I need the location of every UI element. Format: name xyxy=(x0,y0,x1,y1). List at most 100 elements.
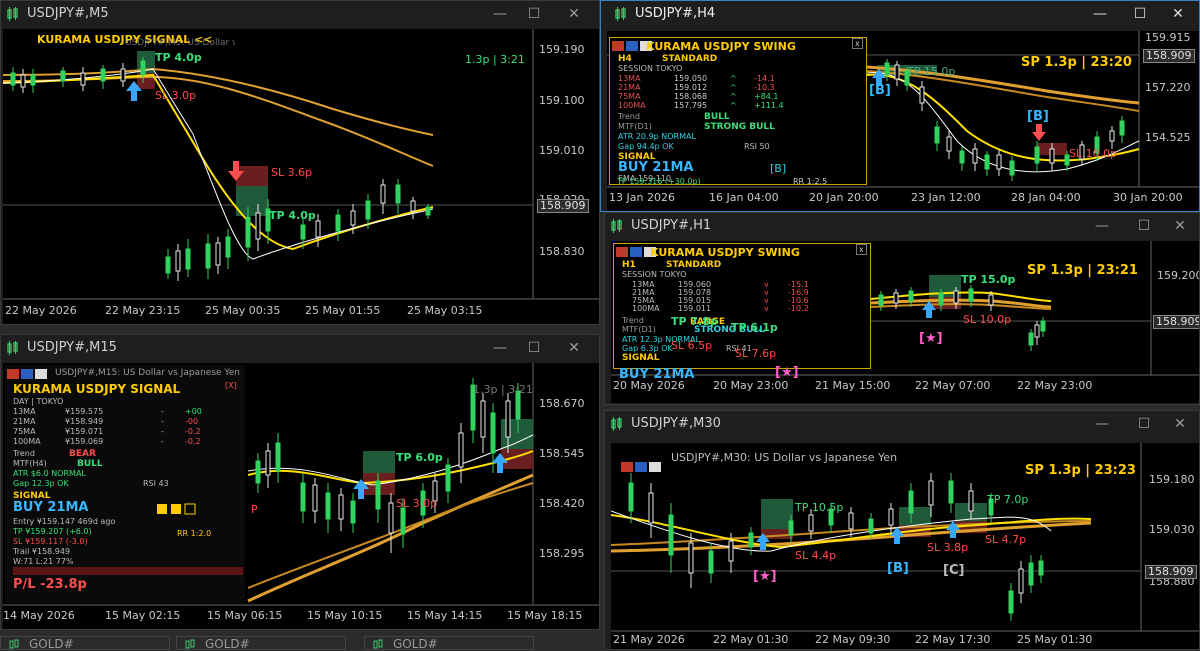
tp-label: TP 6.1p xyxy=(731,321,778,334)
close-icon[interactable]: ✕ xyxy=(1163,213,1197,239)
signal-value: BUY 21MA xyxy=(13,500,89,515)
chart-icon xyxy=(611,417,622,431)
entry-label: Entry ¥159.147 469d ago xyxy=(13,517,116,526)
chart-area-h4[interactable]: KURAMA USDJPY SWING x H4 STANDARD SESSIO… xyxy=(607,31,1199,211)
titlebar-m15[interactable]: USDJPY#,M15 — ☐ ✕ xyxy=(1,335,599,361)
trend-row: Trend BEAR xyxy=(13,449,96,459)
minimize-icon[interactable]: — xyxy=(483,1,517,27)
pl-value: P/L -23.8p xyxy=(13,577,87,592)
ma-row: 100MA 157.795 ^ +111.4 xyxy=(618,101,818,110)
maximize-icon[interactable]: ☐ xyxy=(1127,213,1161,239)
time-tick: 22 May 17:30 xyxy=(915,633,991,646)
mtf-label: MTF(D1) xyxy=(622,325,656,334)
time-tick: 20 May 23:00 xyxy=(713,379,789,392)
rr-label: RR 1:2.0 xyxy=(177,529,212,538)
time-tick: 22 May 2026 xyxy=(5,304,77,317)
session-label: DAY | TOKYO xyxy=(13,397,64,406)
time-tick: 22 May 09:30 xyxy=(815,633,891,646)
mode-label: STANDARD xyxy=(662,54,718,64)
sl-label: SL 10.0p xyxy=(963,313,1012,326)
time-tick: 30 Jan 20:00 xyxy=(1113,191,1183,204)
maximize-icon[interactable]: ☐ xyxy=(1123,1,1157,27)
ma-dir: v xyxy=(764,304,769,313)
sl-label: SL 4.4p xyxy=(795,549,837,562)
maximize-icon[interactable]: ☐ xyxy=(1127,411,1161,437)
sl-label: SL 4.7p xyxy=(985,533,1027,546)
chart-area-m30[interactable]: KURAMA USDJPY SWING USDJPY#,M30: US Doll… xyxy=(611,443,1199,649)
ma-dir: ^ xyxy=(730,92,737,101)
ma-row: 100MA ¥159.069 - -0.2 xyxy=(13,437,233,447)
time-tick: 15 May 02:15 xyxy=(105,609,181,622)
ma-change: -0.2 xyxy=(185,437,201,446)
maximize-icon[interactable]: ☐ xyxy=(517,1,551,27)
trend-label: Trend xyxy=(618,112,640,121)
price-tick: 159.190 xyxy=(539,43,585,56)
window-m15[interactable]: USDJPY#,M15 — ☐ ✕ USDJPY#,M15: US Dollar… xyxy=(0,334,600,630)
ma-value: ¥159.069 xyxy=(65,437,104,446)
window-m5[interactable]: USDJPY#,M5 — ☐ ✕ KURAMA USDJPY SIGNAL <<… xyxy=(0,0,600,325)
ma-change: -10.3 xyxy=(754,83,775,92)
ma-name: 21MA xyxy=(13,417,36,426)
ma-value: 157.795 xyxy=(674,101,708,110)
star-badge: [★] xyxy=(919,331,943,346)
logo-icon xyxy=(7,369,47,379)
titlebar-h1[interactable]: USDJPY#,H1 — ☐ ✕ xyxy=(605,213,1199,239)
session-label: SESSION TOKYO xyxy=(622,270,687,279)
tab-label: GOLD# xyxy=(205,637,250,651)
time-tick: 14 May 2026 xyxy=(3,609,75,622)
chart-area-m15[interactable]: USDJPY#,M15: US Dollar vs Japanese Yen [… xyxy=(3,363,599,629)
window-title: USDJPY#,H1 xyxy=(631,218,712,233)
chart-area-h1[interactable]: KURAMA USDJPY SWING x H1 STANDARD SESSIO… xyxy=(611,241,1199,403)
time-tick: 22 May 01:30 xyxy=(713,633,789,646)
minimize-icon[interactable]: — xyxy=(483,335,517,361)
maximize-icon[interactable]: ☐ xyxy=(517,335,551,361)
ma-change: +00 xyxy=(185,407,202,416)
minimize-icon[interactable]: — xyxy=(1083,1,1117,27)
minimized-chart-tab[interactable]: GOLD# xyxy=(364,636,534,651)
panel-close-button[interactable]: [X] xyxy=(225,381,237,390)
signal-label: SIGNAL xyxy=(622,353,660,363)
titlebar-h4[interactable]: USDJPY#,H4 — ☐ ✕ xyxy=(601,1,1199,27)
window-h1[interactable]: USDJPY#,H1 — ☐ ✕ KURAMA USDJPY SWING x H… xyxy=(604,212,1200,405)
close-icon[interactable]: ✕ xyxy=(1163,411,1197,437)
time-tick: 15 May 06:15 xyxy=(207,609,283,622)
mtf-label: MTF(D1) xyxy=(618,122,652,131)
ma-name: 13MA xyxy=(13,407,36,416)
window-m30[interactable]: USDJPY#,M30 — ☐ ✕ KURAMA USDJPY SWING US… xyxy=(604,410,1200,650)
time-axis: 14 May 2026 15 May 02:15 15 May 06:15 15… xyxy=(3,609,599,623)
arrow-down-icon xyxy=(1032,124,1046,141)
mode-label: STANDARD xyxy=(666,260,722,270)
chart-icon xyxy=(9,639,19,649)
sl-label: SL 3.0p xyxy=(396,497,438,510)
close-icon[interactable]: ✕ xyxy=(1161,1,1195,27)
titlebar-m30[interactable]: USDJPY#,M30 — ☐ ✕ xyxy=(605,411,1199,437)
chart-area-m5[interactable]: KURAMA USDJPY SIGNAL << USDJPY#,M5: US D… xyxy=(3,29,599,324)
minimize-icon[interactable]: — xyxy=(1085,213,1119,239)
price-tick: 159.915 xyxy=(1145,31,1191,44)
panel-close-button[interactable]: x xyxy=(852,38,863,49)
minimized-chart-tab[interactable]: GOLD# xyxy=(0,636,170,651)
time-tick: 22 May 07:00 xyxy=(915,379,991,392)
close-icon[interactable]: ✕ xyxy=(557,335,591,361)
minimize-icon[interactable]: — xyxy=(1085,411,1119,437)
signal-strength-icon xyxy=(157,503,196,515)
star-badge: [★] xyxy=(753,569,777,584)
titlebar-m5[interactable]: USDJPY#,M5 — ☐ ✕ xyxy=(1,1,599,27)
tp-label: TP 15.0p xyxy=(907,65,956,78)
price-tick: 157.220 xyxy=(1145,81,1191,94)
tp-label: TP 15.0p xyxy=(961,273,1016,286)
chart-icon xyxy=(615,7,626,21)
minimized-chart-tab[interactable]: GOLD# xyxy=(176,636,346,651)
spread-label: 1.3p | 3:21 xyxy=(465,53,525,66)
time-tick: 28 Jan 04:00 xyxy=(1011,191,1081,204)
panel-close-button[interactable]: x xyxy=(856,244,867,255)
rr-label: RR 1:2.5 xyxy=(793,177,828,186)
window-h4[interactable]: USDJPY#,H4 — ☐ ✕ KURAMA USDJPY SWING x H… xyxy=(600,0,1200,212)
close-icon[interactable]: ✕ xyxy=(557,1,591,27)
tp-label: TP 7.0p xyxy=(987,493,1029,506)
session-label: SESSION TOKYO xyxy=(618,64,683,73)
trail-label: Trail ¥158.949 xyxy=(13,547,71,556)
ma-table: 13MA 159.050 ^ -14.1 21MA 159.012 ^ -10.3 75MA… xyxy=(618,74,818,110)
time-tick: 25 May 01:30 xyxy=(1017,633,1093,646)
time-tick: 15 May 10:15 xyxy=(307,609,383,622)
